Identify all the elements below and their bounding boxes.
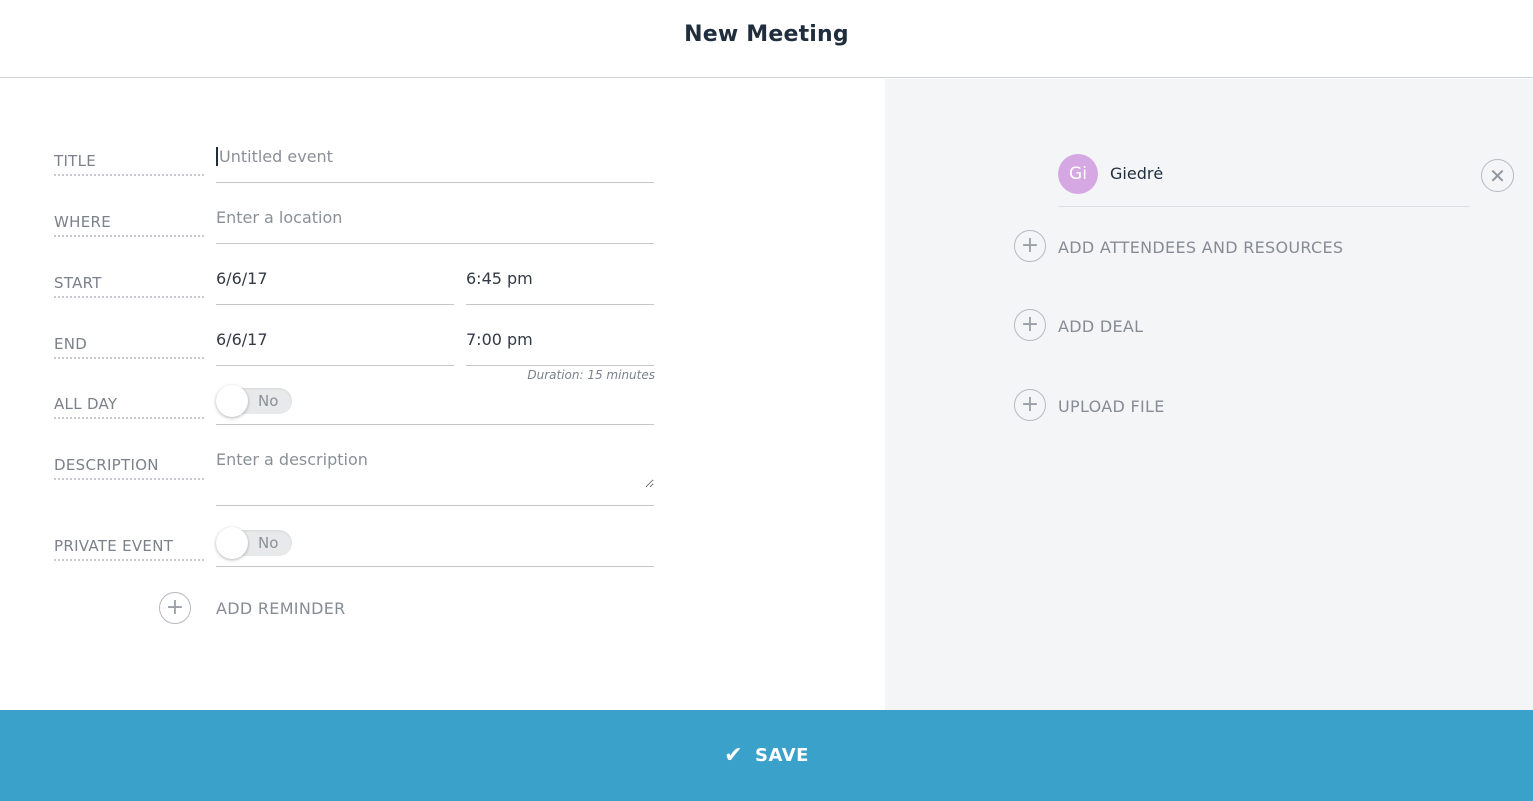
plus-icon[interactable]: + [1014,309,1046,341]
dialog-header: New Meeting [0,0,1533,78]
save-button[interactable]: ✔ SAVE [724,743,809,768]
start-time-field[interactable]: 6:45 pm [466,265,654,305]
start-label: START [54,270,204,298]
private-event-state: No [258,534,279,552]
attendee-row: Gi Giedrė [1058,154,1470,207]
remove-attendee-close-icon[interactable]: ✕ [1481,159,1514,192]
title-label: TITLE [54,148,204,176]
location-input[interactable] [216,208,654,227]
where-label: WHERE [54,209,204,237]
all-day-label: ALL DAY [54,391,204,419]
add-attendees-button[interactable]: ADD ATTENDEES AND RESOURCES [1058,238,1343,257]
end-time-value: 7:00 pm [466,330,533,349]
end-label: END [54,331,204,359]
title-input[interactable] [216,147,654,166]
where-field[interactable] [216,204,654,244]
description-textarea[interactable] [216,450,654,488]
duration-text: Duration: 15 minutes [527,368,655,382]
private-event-label: PRIVATE EVENT [54,533,204,561]
start-date-field[interactable]: 6/6/17 [216,265,454,305]
plus-icon[interactable]: + [1014,389,1046,421]
all-day-state: No [258,392,279,410]
plus-icon[interactable]: + [1014,230,1046,262]
description-label: DESCRIPTION [54,452,204,480]
attendee-name: Giedrė [1110,164,1164,183]
start-date-value: 6/6/17 [216,269,268,288]
all-day-toggle[interactable]: No [216,385,292,417]
toggle-knob [216,385,248,417]
title-field[interactable] [216,143,654,183]
add-reminder-button[interactable]: ADD REMINDER [216,599,346,618]
toggle-knob [216,527,248,559]
description-field[interactable] [216,446,654,506]
page-title: New Meeting [684,22,849,47]
footer-bar: ✔ SAVE [0,710,1533,801]
add-deal-button[interactable]: ADD DEAL [1058,317,1143,336]
private-event-toggle[interactable]: No [216,527,292,559]
end-time-field[interactable]: 7:00 pm [466,326,654,366]
side-panel: Gi Giedrė ✕ + ADD ATTENDEES AND RESOURCE… [885,79,1533,710]
save-label: SAVE [755,745,809,766]
avatar: Gi [1058,154,1098,194]
check-icon: ✔ [724,743,744,768]
plus-icon[interactable]: + [159,592,191,624]
upload-file-button[interactable]: UPLOAD FILE [1058,397,1165,416]
meeting-form: TITLE WHERE START 6/6/17 6:45 pm END 6/6… [0,79,885,710]
start-time-value: 6:45 pm [466,269,533,288]
end-date-field[interactable]: 6/6/17 [216,326,454,366]
end-date-value: 6/6/17 [216,330,268,349]
